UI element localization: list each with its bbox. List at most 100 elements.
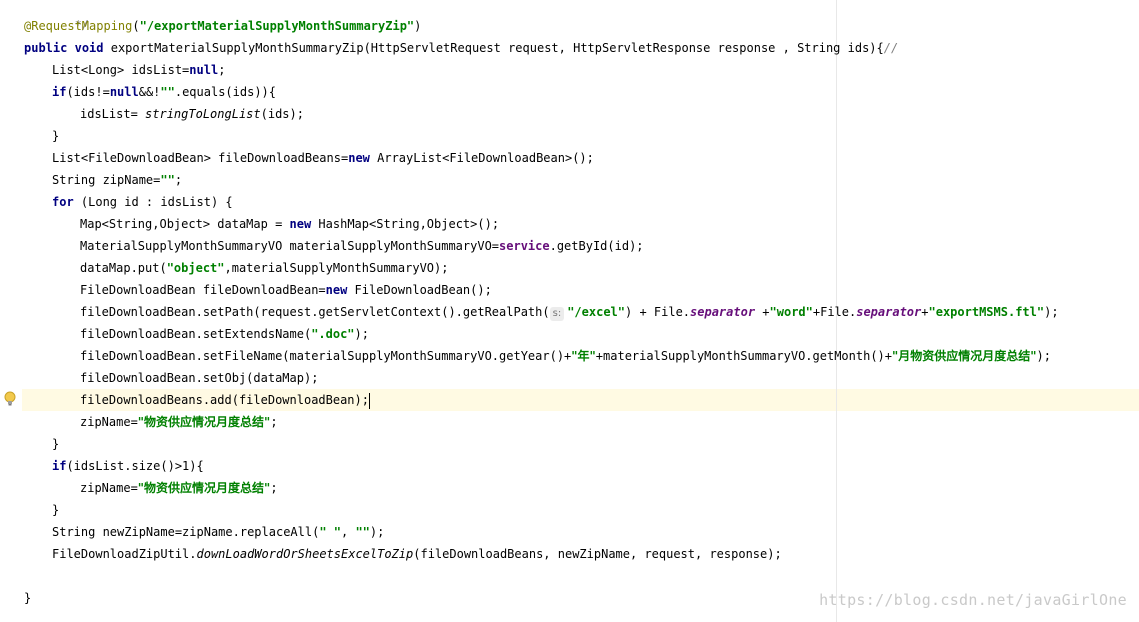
code-text: idsList= <box>80 107 146 121</box>
code-text: (Long id : idsList) { <box>73 195 233 209</box>
code-text: FileDownloadBean(); <box>347 283 492 297</box>
code-text: String newZipName=zipName.replaceAll( <box>52 525 320 539</box>
keyword-new: new <box>289 217 312 231</box>
code-text: +File. <box>812 305 857 319</box>
code-line: if(idsList.size()>1){ <box>52 455 204 477</box>
code-line: fileDownloadBean.setFileName(materialSup… <box>80 345 1051 367</box>
method-signature: exportMaterialSupplyMonthSummaryZip(Http… <box>103 41 884 55</box>
code-text: .getById(id); <box>549 239 644 253</box>
intention-bulb-icon[interactable] <box>4 391 16 407</box>
code-text: ); <box>1036 349 1051 363</box>
code-line: zipName="物资供应情况月度总结"; <box>80 411 278 433</box>
string-literal: "月物资供应情况月度总结" <box>892 349 1037 363</box>
code-text: ); <box>369 525 385 539</box>
code-text: + <box>921 305 929 319</box>
code-text: fileDownloadBean.setFileName(materialSup… <box>80 349 572 363</box>
code-text: FileDownloadBean fileDownloadBean= <box>80 283 326 297</box>
code-line: List<FileDownloadBean> fileDownloadBeans… <box>52 147 594 169</box>
keyword-for: for <box>52 195 74 209</box>
close-brace: } <box>52 437 60 451</box>
code-text: (idsList.size()>1){ <box>66 459 204 473</box>
code-line: @RequestMapping("/exportMaterialSupplyMo… <box>24 15 421 37</box>
code-text: ) + File. <box>625 305 691 319</box>
keyword-null: null <box>109 85 139 99</box>
code-text: .equals(ids)){ <box>174 85 277 99</box>
static-field: separator <box>690 305 756 319</box>
code-line: FileDownloadZipUtil.downLoadWordOrSheets… <box>52 543 782 565</box>
code-line: public void exportMaterialSupplyMonthSum… <box>24 37 898 59</box>
static-method: stringToLongList <box>145 107 261 121</box>
code-text: (ids!= <box>66 85 110 99</box>
keyword-void: void <box>74 41 104 55</box>
code-text: ,materialSupplyMonthSummaryVO); <box>224 261 449 275</box>
string-literal: "年" <box>571 349 596 363</box>
keyword-null: null <box>189 63 219 77</box>
code-text: fileDownloadBean.setObj(dataMap); <box>80 371 319 385</box>
keyword-if: if <box>52 85 67 99</box>
code-editor[interactable]: */ @RequestMapping("/exportMaterialSuppl… <box>0 0 1139 622</box>
paren: ( <box>132 19 140 33</box>
static-field: separator <box>856 305 922 319</box>
code-text: ); <box>1044 305 1059 319</box>
code-text: MaterialSupplyMonthSummaryVO materialSup… <box>80 239 500 253</box>
code-text: fileDownloadBeans.add(fileDownloadBean); <box>80 393 369 407</box>
code-text: &&! <box>138 85 161 99</box>
code-line: String zipName=""; <box>52 169 182 191</box>
code-line: zipName="物资供应情况月度总结"; <box>80 477 278 499</box>
code-text: ); <box>354 327 369 341</box>
keyword-new: new <box>325 283 348 297</box>
code-line: MaterialSupplyMonthSummaryVO materialSup… <box>80 235 644 257</box>
code-line: for (Long id : idsList) { <box>52 191 233 213</box>
code-line: fileDownloadBean.setExtendsName(".doc"); <box>80 323 369 345</box>
text-caret <box>368 392 370 409</box>
code-text: Map<String,Object> dataMap = <box>80 217 290 231</box>
code-line: Map<String,Object> dataMap = new HashMap… <box>80 213 499 235</box>
code-text: (fileDownloadBeans, newZipName, request,… <box>413 547 782 561</box>
code-line: */ <box>24 0 89 32</box>
string-literal: "word" <box>769 305 813 319</box>
code-text: ; <box>270 481 278 495</box>
close-brace: } <box>52 129 60 143</box>
static-method: downLoadWordOrSheetsExcelToZip <box>196 547 414 561</box>
watermark: https://blog.csdn.net/javaGirlOne <box>819 591 1127 609</box>
code-line: if(ids!=null&&!"".equals(ids)){ <box>52 81 276 103</box>
code-text: +materialSupplyMonthSummaryVO.getMonth()… <box>595 349 893 363</box>
string-literal: ".doc" <box>311 327 355 341</box>
editor-gutter <box>0 0 22 622</box>
code-text: zipName= <box>80 415 138 429</box>
code-text: + <box>755 305 770 319</box>
code-line: dataMap.put("object",materialSupplyMonth… <box>80 257 448 279</box>
string-literal: "/excel" <box>567 305 625 319</box>
string-literal: "物资供应情况月度总结" <box>137 415 271 429</box>
code-line: } <box>52 125 59 147</box>
inline-comment: // <box>883 41 899 55</box>
code-text: fileDownloadBean.setExtendsName( <box>80 327 312 341</box>
code-line: fileDownloadBean.setObj(dataMap); <box>80 367 318 389</box>
string-literal: "" <box>160 173 175 187</box>
field-reference: service <box>499 239 550 253</box>
string-literal: "exportMSMS.ftl" <box>928 305 1045 319</box>
code-text: String zipName= <box>52 173 161 187</box>
code-text: dataMap.put( <box>80 261 167 275</box>
paren: ) <box>414 19 422 33</box>
close-brace: } <box>24 591 32 605</box>
string-literal: "object" <box>166 261 225 275</box>
code-text: (ids); <box>260 107 304 121</box>
code-text: ; <box>270 415 278 429</box>
string-literal: "/exportMaterialSupplyMonthSummaryZip" <box>139 19 415 33</box>
code-text: ArrayList<FileDownloadBean>(); <box>369 151 594 165</box>
code-text: , <box>341 525 356 539</box>
keyword-if: if <box>52 459 67 473</box>
keyword-new: new <box>348 151 370 165</box>
semicolon: ; <box>174 173 183 187</box>
code-line: idsList= stringToLongList(ids); <box>80 103 304 125</box>
code-line: fileDownloadBean.setPath(request.getServ… <box>80 301 1059 323</box>
code-line: List<Long> idsList=null; <box>52 59 225 81</box>
code-line: FileDownloadBean fileDownloadBean=new Fi… <box>80 279 492 301</box>
parameter-hint: s: <box>549 307 565 321</box>
close-brace: } <box>52 503 60 517</box>
code-line: } <box>52 433 59 455</box>
code-text: zipName= <box>80 481 138 495</box>
string-literal: "" <box>355 525 370 539</box>
code-line-current: fileDownloadBeans.add(fileDownloadBean); <box>80 389 370 411</box>
